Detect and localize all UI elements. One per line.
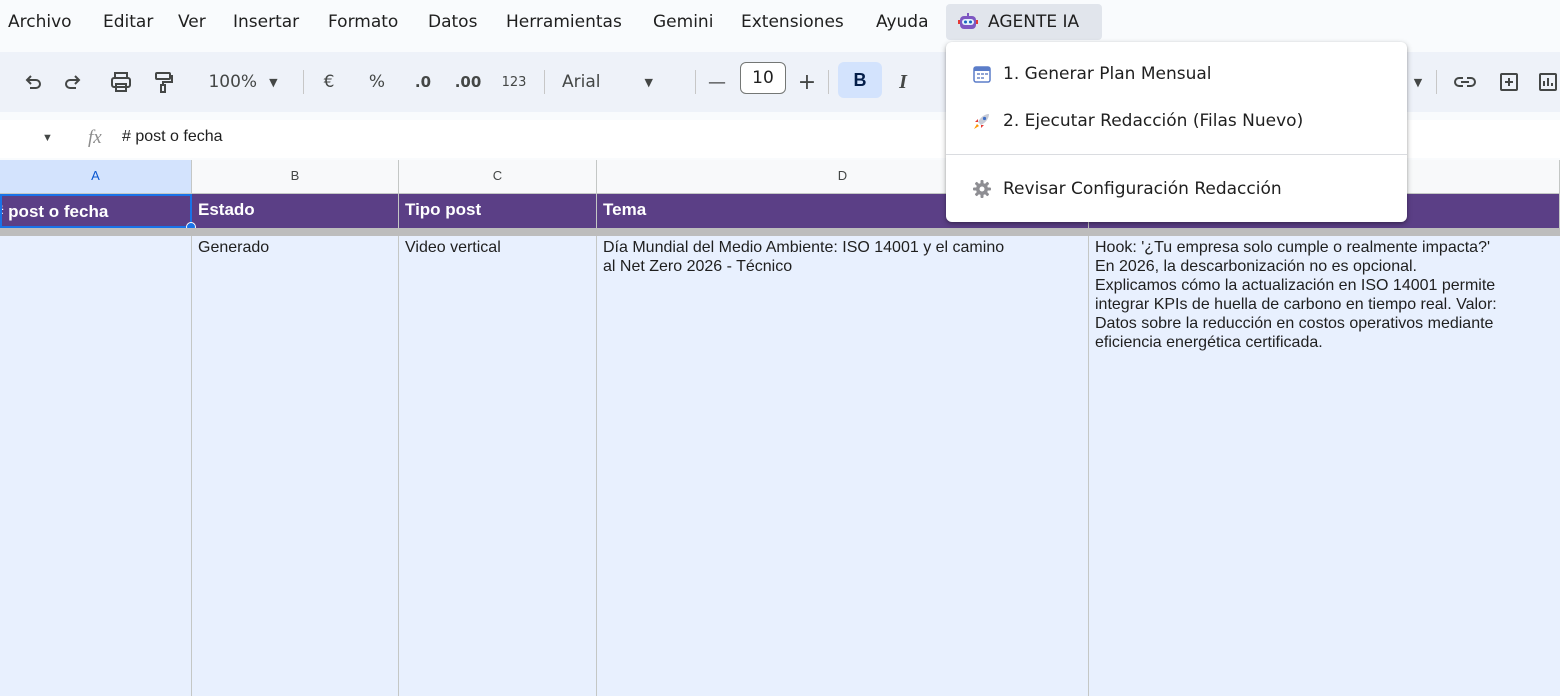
decrease-font-size-button[interactable]: —	[704, 52, 730, 112]
rocket-icon	[974, 114, 989, 129]
menu-archivo[interactable]: Archivo	[8, 12, 72, 32]
cell-text-line: eficiencia energética certificada.	[1095, 334, 1323, 351]
cell-text-line: Explicamos cómo la actualización en ISO …	[1095, 277, 1496, 294]
cell-text-line: Día Mundial del Medio Ambiente: ISO 1400…	[603, 239, 1005, 256]
add-comment-icon	[1500, 73, 1518, 91]
increase-decimal-button[interactable]: .00	[450, 52, 486, 112]
data-cell-a[interactable]	[0, 236, 192, 696]
printer-icon	[111, 72, 131, 92]
data-cell-c[interactable]: Video vertical	[399, 236, 597, 696]
column-header-a[interactable]: A	[0, 160, 192, 194]
decrease-decimal-label: .0	[414, 73, 432, 91]
menu-divider	[946, 154, 1407, 155]
zoom-value: 100%	[208, 72, 258, 92]
cell-text-line: integrar KPIs de huella de carbono en ti…	[1095, 296, 1497, 313]
insert-link-button[interactable]	[1452, 52, 1478, 112]
toolbar-divider	[1436, 70, 1437, 94]
decrease-decimal-button[interactable]: .0	[408, 52, 438, 112]
header-cell-a-text: # post o fecha	[0, 202, 109, 221]
fx-icon: fx	[88, 127, 102, 148]
menu-formato[interactable]: Formato	[328, 12, 398, 32]
italic-button[interactable]: I	[890, 52, 916, 112]
menu-item-ejecutar-redaccion[interactable]: 2. Ejecutar Redacción (Filas Nuevo)	[946, 99, 1407, 143]
menu-extensiones[interactable]: Extensiones	[741, 12, 844, 32]
agente-ia-dropdown: 1. Generar Plan Mensual 2. Ejecutar Reda…	[946, 42, 1407, 222]
increase-font-size-button[interactable]: +	[794, 52, 820, 112]
increase-decimal-label: .00	[454, 73, 482, 91]
menu-ver[interactable]: Ver	[178, 12, 206, 32]
data-cell-b[interactable]: Generado	[192, 236, 399, 696]
toolbar-divider	[695, 70, 696, 94]
menu-insertar[interactable]: Insertar	[233, 12, 299, 32]
data-cell-e[interactable]: Hook: '¿Tu empresa solo cumple o realmen…	[1089, 236, 1560, 696]
calendar-icon	[973, 66, 991, 83]
toolbar-divider	[544, 70, 545, 94]
menu-agente-ia-label: AGENTE IA	[988, 12, 1080, 32]
toolbar-divider	[828, 70, 829, 94]
formula-input[interactable]: # post o fecha	[122, 128, 223, 146]
link-icon	[1454, 77, 1476, 87]
zoom-select[interactable]: 100% ▼	[198, 52, 288, 112]
row-divider	[0, 228, 1560, 236]
menu-bar: Archivo Editar Ver Insertar Formato Dato…	[0, 0, 1560, 46]
header-cell-c[interactable]: Tipo post	[399, 194, 597, 228]
menu-herramientas[interactable]: Herramientas	[506, 12, 622, 32]
chevron-down-icon: ▼	[269, 75, 278, 89]
cell-text-line: Hook: '¿Tu empresa solo cumple o realmen…	[1095, 239, 1491, 256]
redo-button[interactable]	[60, 52, 86, 112]
header-cell-b[interactable]: Estado	[192, 194, 399, 228]
number-format-button[interactable]: 123	[498, 52, 530, 112]
menu-gemini[interactable]: Gemini	[653, 12, 713, 32]
chart-icon	[1539, 73, 1557, 91]
currency-format-button[interactable]: €	[318, 52, 340, 112]
paint-format-icon	[155, 72, 173, 93]
menu-editar[interactable]: Editar	[103, 12, 153, 32]
undo-icon	[25, 75, 41, 89]
bold-button[interactable]: B	[838, 62, 882, 98]
chevron-down-icon[interactable]: ▼	[1408, 52, 1428, 112]
redo-icon	[65, 75, 81, 89]
menu-datos[interactable]: Datos	[428, 12, 477, 32]
cell-text-line: Datos sobre la reducción en costos opera…	[1095, 315, 1494, 332]
menu-item-label: Revisar Configuración Redacción	[1003, 179, 1282, 199]
percent-format-button[interactable]: %	[366, 52, 388, 112]
font-family-select[interactable]: Arial ▼	[562, 52, 682, 112]
header-cell-a[interactable]: # post o fecha	[0, 194, 192, 228]
gear-icon	[973, 180, 991, 198]
insert-chart-button[interactable]	[1538, 52, 1560, 112]
column-header-c[interactable]: C	[399, 160, 597, 194]
cell-text-line: En 2026, la descarbonización no es opcio…	[1095, 258, 1417, 275]
print-button[interactable]	[108, 52, 134, 112]
menu-ayuda[interactable]: Ayuda	[876, 12, 929, 32]
robot-icon	[958, 13, 978, 29]
toolbar-divider	[303, 70, 304, 94]
font-size-input[interactable]: 10	[740, 62, 786, 94]
cell-text-line: al Net Zero 2026 - Técnico	[603, 258, 793, 275]
menu-item-label: 1. Generar Plan Mensual	[1003, 64, 1212, 84]
data-cell-d[interactable]: Día Mundial del Medio Ambiente: ISO 1400…	[597, 236, 1089, 696]
menu-item-generar-plan[interactable]: 1. Generar Plan Mensual	[946, 52, 1407, 96]
paint-format-button[interactable]	[150, 52, 176, 112]
font-family-value: Arial	[562, 72, 601, 92]
insert-comment-button[interactable]	[1496, 52, 1522, 112]
column-header-b[interactable]: B	[192, 160, 399, 194]
menu-item-revisar-configuracion[interactable]: Revisar Configuración Redacción	[946, 167, 1407, 211]
menu-agente-ia[interactable]: AGENTE IA	[946, 4, 1102, 40]
name-box-chevron-icon[interactable]: ▼	[42, 132, 53, 144]
undo-button[interactable]	[20, 52, 46, 112]
menu-item-label: 2. Ejecutar Redacción (Filas Nuevo)	[1003, 111, 1304, 131]
chevron-down-icon: ▼	[644, 75, 653, 89]
